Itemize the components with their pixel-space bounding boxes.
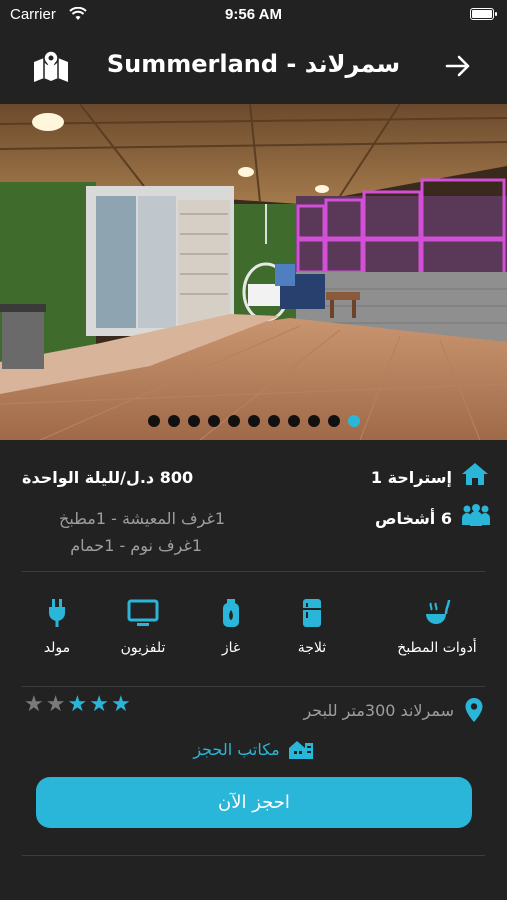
pagination-dot[interactable] <box>147 415 160 427</box>
star-filled-icon: ★ <box>67 692 88 717</box>
pagination-dot[interactable] <box>167 415 180 427</box>
gallery-pagination <box>0 415 507 427</box>
amenity-tv: تلفزيون <box>98 598 188 656</box>
amenity-label: تلفزيون <box>120 640 166 656</box>
property-photo[interactable] <box>0 104 507 440</box>
booking-offices-link[interactable]: مكاتب الحجز <box>0 738 507 760</box>
pagination-dot[interactable] <box>227 415 240 427</box>
divider <box>22 686 485 687</box>
tv-icon <box>127 599 159 626</box>
amenity-fridge: ثلاجة <box>267 598 357 656</box>
rooms-line-1: 1غرف المعيشة - 1مطبخ <box>58 509 225 528</box>
amenity-label: أدوات المطبخ <box>397 640 477 656</box>
rooms-line-2: 1غرف نوم - 1حمام <box>70 536 202 555</box>
home-icon <box>462 463 488 485</box>
booking-offices-label: مكاتب الحجز <box>193 739 280 759</box>
amenity-label: مولد <box>43 640 71 656</box>
pagination-dot[interactable] <box>347 415 360 427</box>
photo-illustration <box>0 104 507 440</box>
generator-plug-icon <box>49 599 65 627</box>
amenity-label: ثلاجة <box>297 640 327 656</box>
kitchen-tools-icon <box>426 599 451 624</box>
pagination-dot[interactable] <box>307 415 320 427</box>
star-filled-icon: ★ <box>110 692 131 717</box>
pagination-dot[interactable] <box>207 415 220 427</box>
star-empty-icon: ★ <box>24 692 44 717</box>
star-filled-icon: ★ <box>89 692 109 717</box>
status-bar: Carrier 9:56 AM <box>0 0 507 30</box>
pagination-dot[interactable] <box>247 415 260 427</box>
divider <box>22 571 485 572</box>
amenity-generator: مولد <box>12 598 102 656</box>
battery-icon <box>470 8 497 20</box>
amenity-gas: غاز <box>186 598 276 656</box>
pagination-dot[interactable] <box>267 415 280 427</box>
star-empty-icon: ★ <box>45 692 66 717</box>
location-pin-icon <box>465 698 483 722</box>
property-type: إستراحة 1 <box>370 468 452 487</box>
back-arrow-icon[interactable] <box>445 54 471 78</box>
amenity-kitchen-tools: أدوات المطبخ <box>392 598 482 656</box>
fridge-icon <box>303 599 321 627</box>
pagination-dot[interactable] <box>327 415 340 427</box>
amenity-label: غاز <box>221 640 241 656</box>
pagination-dot[interactable] <box>287 415 300 427</box>
clock: 9:56 AM <box>225 6 282 23</box>
page-title: Summerland - سمرلاند <box>106 50 401 78</box>
location-text: سمرلاند 300متر للبحر <box>303 701 454 720</box>
star-rating: ★ ★ ★ ★ ★ <box>24 694 133 716</box>
price-per-night: 800 د.ل/لليلة الواحدة <box>22 468 194 487</box>
divider <box>22 855 485 856</box>
people-group-icon <box>462 504 490 526</box>
office-building-icon <box>288 741 313 759</box>
book-now-button[interactable]: احجز الآن <box>36 777 472 828</box>
gas-icon <box>223 599 239 627</box>
capacity: 6 أشخاص <box>375 509 452 528</box>
pagination-dot[interactable] <box>187 415 200 427</box>
